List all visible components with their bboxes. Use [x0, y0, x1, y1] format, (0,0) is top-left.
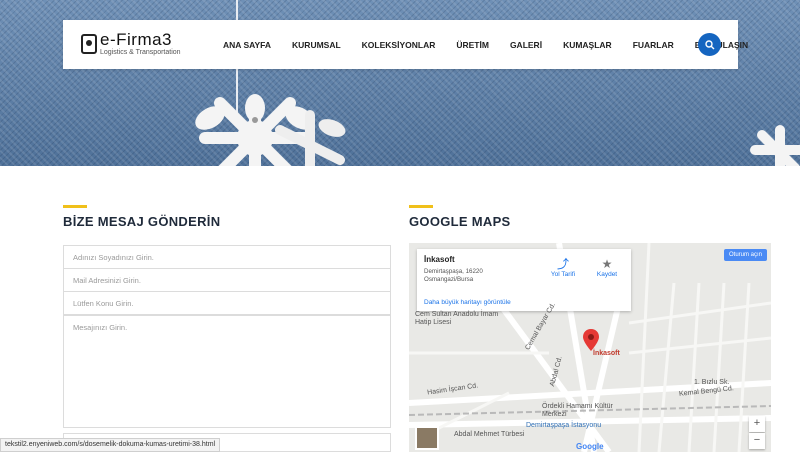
name-input[interactable]: Adınızı Soyadınızı Girin. — [63, 245, 391, 269]
logo-subtitle: Logistics & Transportation — [100, 49, 181, 56]
google-logo: Google — [576, 442, 604, 451]
section-accent-bar — [63, 205, 87, 208]
logo-title: e-Firma3 — [100, 30, 173, 49]
subject-input[interactable]: Lütfen Konu Girin. — [63, 291, 391, 315]
google-map-embed[interactable]: İnkasoft Demirtaşpaşa, 16220 Osmangazi/B… — [409, 243, 771, 452]
main-menu: ANA SAYFA KURUMSAL KOLEKSİYONLAR ÜRETİM … — [223, 20, 769, 69]
zoom-in-button[interactable]: + — [749, 416, 765, 432]
menu-item-kurumsal[interactable]: KURUMSAL — [292, 40, 341, 50]
directions-label: Yol Tarifi — [550, 271, 576, 278]
larger-map-link[interactable]: Daha büyük haritayı görüntüle — [424, 299, 511, 306]
map-label-school: Cem Sultan Anadolu İmam Hatip Lisesi — [415, 311, 499, 326]
map-label-station: Demirtaşpaşa İstasyonu — [526, 422, 602, 429]
menu-item-ana-sayfa[interactable]: ANA SAYFA — [223, 40, 271, 50]
map-pin-icon[interactable] — [583, 329, 599, 351]
map-label-hamam: Ördekli Hamamı Kültür Merkezi — [542, 403, 613, 418]
site-logo[interactable]: e-Firma3 Logistics & Transportation — [81, 31, 181, 57]
menu-item-fuarlar[interactable]: FUARLAR — [633, 40, 674, 50]
directions-icon: ⤴ — [556, 257, 569, 271]
search-button[interactable] — [698, 33, 721, 56]
signin-button[interactable]: Oturum açın — [723, 249, 767, 261]
place-info-card: İnkasoft Demirtaşpaşa, 16220 Osmangazi/B… — [417, 249, 631, 311]
search-icon — [704, 39, 714, 49]
directions-button[interactable]: ⤴ Yol Tarifi — [543, 257, 583, 278]
save-place-button[interactable]: ★ Kaydet — [587, 257, 627, 278]
email-input[interactable]: Mail Adresinizi Girin. — [63, 268, 391, 292]
contact-section-title: BİZE MESAJ GÖNDERİN — [63, 214, 221, 229]
message-textarea[interactable]: Mesajınızı Girin. — [63, 315, 391, 428]
browser-status-bar: tekstil2.enyeniweb.com/s/dosemelik-dokum… — [0, 438, 221, 452]
menu-item-koleksiyonlar[interactable]: KOLEKSİYONLAR — [362, 40, 436, 50]
maps-section-title: GOOGLE MAPS — [409, 214, 511, 229]
snowflake-decoration — [275, 110, 346, 166]
menu-item-galeri[interactable]: GALERİ — [510, 40, 542, 50]
section-accent-bar — [409, 205, 433, 208]
zoom-out-button[interactable]: − — [749, 433, 765, 449]
map-label-street: 1. Bızlu Sk. — [694, 379, 730, 386]
menu-item-kumaslar[interactable]: KUMAŞLAR — [563, 40, 612, 50]
satellite-toggle[interactable] — [415, 426, 439, 450]
save-label: Kaydet — [596, 271, 618, 278]
place-address: Demirtaşpaşa, 16220 Osmangazi/Bursa — [424, 268, 483, 283]
top-navbar: e-Firma3 Logistics & Transportation ANA … — [63, 20, 748, 69]
truck-icon — [81, 34, 97, 54]
map-label-tomb: Abdal Mehmet Türbesi — [454, 431, 525, 438]
snowflake-decoration — [750, 125, 800, 166]
menu-item-uretim[interactable]: ÜRETİM — [456, 40, 489, 50]
star-icon: ★ — [601, 257, 613, 271]
map-pin-label: İnkasoft — [593, 350, 620, 357]
